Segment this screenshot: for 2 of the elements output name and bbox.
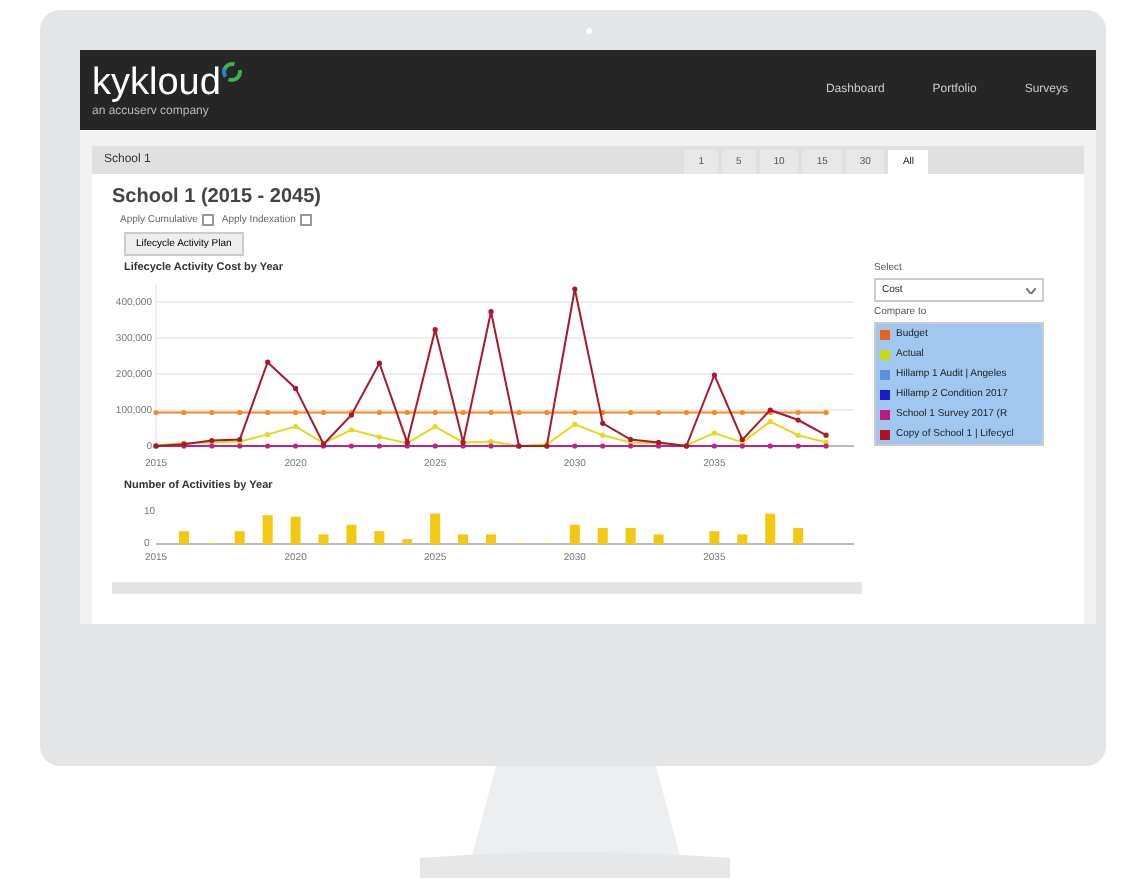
logo-text: kykloud (92, 63, 221, 103)
page-heading: School 1 (2015 - 2045) (112, 186, 323, 208)
